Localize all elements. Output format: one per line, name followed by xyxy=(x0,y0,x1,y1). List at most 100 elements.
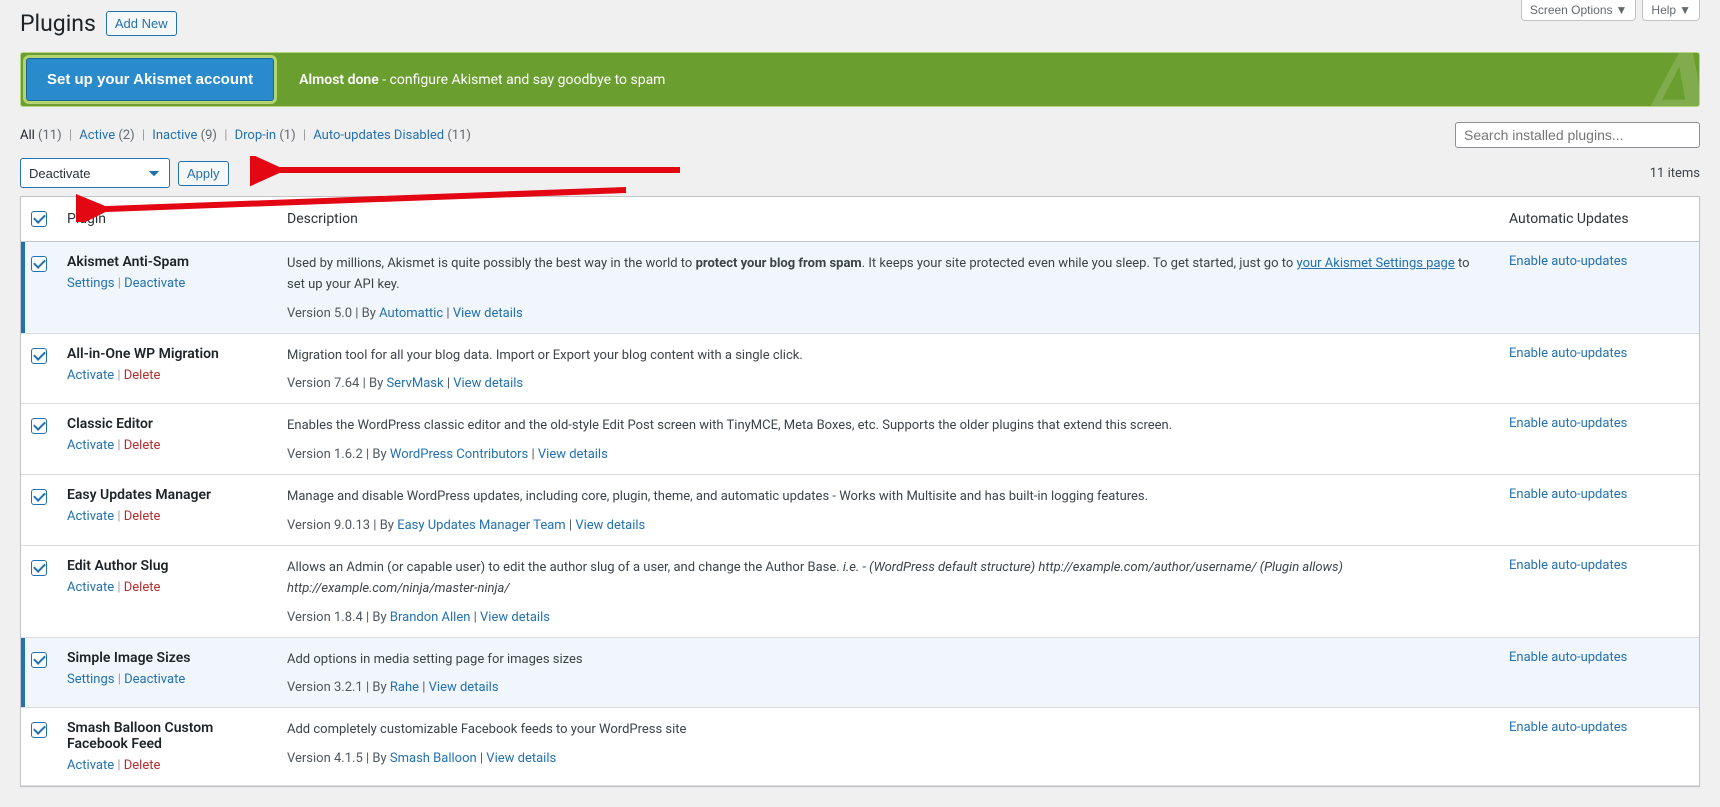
plugin-meta: Version 7.64 | By ServMask | View detail… xyxy=(287,376,1489,391)
chevron-down-icon: ▼ xyxy=(1616,3,1628,17)
col-description-header: Description xyxy=(277,197,1499,242)
deactivate-link[interactable]: Deactivate xyxy=(124,672,185,687)
row-checkbox[interactable] xyxy=(31,560,47,576)
filter-all[interactable]: All (11) xyxy=(20,128,62,143)
col-plugin-header[interactable]: Plugin xyxy=(57,197,277,242)
akismet-logo-icon: A xyxy=(1639,52,1700,107)
settings-link[interactable]: Settings xyxy=(67,672,114,687)
bulk-action-select[interactable]: Deactivate xyxy=(20,158,170,188)
plugin-description: Enables the WordPress classic editor and… xyxy=(287,416,1489,437)
plugin-name: Akismet Anti-Spam xyxy=(67,254,267,270)
enable-auto-updates-link[interactable]: Enable auto-updates xyxy=(1509,346,1627,361)
screen-options-button[interactable]: Screen Options ▼ xyxy=(1521,0,1637,21)
delete-link[interactable]: Delete xyxy=(124,580,161,595)
author-link[interactable]: Brandon Allen xyxy=(390,610,471,625)
plugin-name: All-in-One WP Migration xyxy=(67,346,267,362)
apply-button[interactable]: Apply xyxy=(178,161,229,186)
table-row: Simple Image SizesSettings | DeactivateA… xyxy=(21,638,1699,709)
add-new-button[interactable]: Add New xyxy=(106,11,177,36)
select-all-checkbox[interactable] xyxy=(31,211,47,227)
activate-link[interactable]: Activate xyxy=(67,758,114,773)
enable-auto-updates-link[interactable]: Enable auto-updates xyxy=(1509,416,1627,431)
plugin-name: Easy Updates Manager xyxy=(67,487,267,503)
enable-auto-updates-link[interactable]: Enable auto-updates xyxy=(1509,487,1627,502)
row-actions: Activate | Delete xyxy=(67,368,267,383)
page-title: Plugins xyxy=(20,10,96,37)
filter-auto-disabled[interactable]: Auto-updates Disabled (11) xyxy=(313,128,471,143)
delete-link[interactable]: Delete xyxy=(124,509,161,524)
table-row: Akismet Anti-Spam Settings | Deactivate Us… xyxy=(21,242,1699,334)
settings-link[interactable]: Settings xyxy=(67,276,114,291)
row-actions: Activate | Delete xyxy=(67,580,267,595)
author-link[interactable]: ServMask xyxy=(386,376,443,391)
delete-link[interactable]: Delete xyxy=(124,758,161,773)
enable-auto-updates-link[interactable]: Enable auto-updates xyxy=(1509,720,1627,735)
row-actions: Settings | Deactivate xyxy=(67,276,267,291)
activate-link[interactable]: Activate xyxy=(67,368,114,383)
activate-link[interactable]: Activate xyxy=(67,438,114,453)
view-details-link[interactable]: View details xyxy=(453,376,523,391)
row-checkbox[interactable] xyxy=(31,489,47,505)
filter-active[interactable]: Active (2) xyxy=(79,128,134,143)
banner-message: Almost done - configure Akismet and say … xyxy=(299,72,665,88)
plugin-description: Used by millions, Akismet is quite possi… xyxy=(287,254,1489,296)
plugin-name: Simple Image Sizes xyxy=(67,650,267,666)
view-details-link[interactable]: View details xyxy=(429,680,499,695)
author-link[interactable]: Easy Updates Manager Team xyxy=(397,518,566,533)
deactivate-link[interactable]: Deactivate xyxy=(124,276,185,291)
screen-options-label: Screen Options xyxy=(1530,3,1613,17)
plugin-description: Manage and disable WordPress updates, in… xyxy=(287,487,1489,508)
table-row: Classic Editor Activate | Delete Enables t… xyxy=(21,404,1699,475)
desc-link[interactable]: your Akismet Settings page xyxy=(1297,256,1455,271)
view-details-link[interactable]: View details xyxy=(486,751,556,766)
view-details-link[interactable]: View details xyxy=(453,306,523,321)
plugin-description: Migration tool for all your blog data. I… xyxy=(287,346,1489,367)
annotation-arrow-apply xyxy=(250,156,690,191)
search-input[interactable] xyxy=(1455,122,1700,148)
row-checkbox[interactable] xyxy=(31,418,47,434)
view-details-link[interactable]: View details xyxy=(480,610,550,625)
author-link[interactable]: Rahe xyxy=(390,680,419,695)
plugin-meta: Version 1.8.4 | By Brandon Allen | View … xyxy=(287,610,1489,625)
view-details-link[interactable]: View details xyxy=(575,518,645,533)
filter-dropin[interactable]: Drop-in (1) xyxy=(235,128,296,143)
activate-link[interactable]: Activate xyxy=(67,509,114,524)
plugins-table: Plugin Description Automatic Updates Aki… xyxy=(20,196,1700,787)
row-checkbox[interactable] xyxy=(31,256,47,272)
row-actions: Activate | Delete xyxy=(67,758,267,773)
enable-auto-updates-link[interactable]: Enable auto-updates xyxy=(1509,254,1627,269)
plugin-name: Classic Editor xyxy=(67,416,267,432)
row-checkbox[interactable] xyxy=(31,722,47,738)
author-link[interactable]: Automattic xyxy=(379,306,443,321)
table-row: Edit Author SlugActivate | DeleteAllows … xyxy=(21,546,1699,638)
filter-inactive[interactable]: Inactive (9) xyxy=(152,128,217,143)
col-auto-updates-header: Automatic Updates xyxy=(1499,197,1699,242)
view-details-link[interactable]: View details xyxy=(538,447,608,462)
plugin-meta: Version 3.2.1 | By Rahe | View details xyxy=(287,680,1489,695)
row-actions: Activate | Delete xyxy=(67,509,267,524)
table-row: Smash Balloon Custom Facebook Feed Activa… xyxy=(21,708,1699,786)
delete-link[interactable]: Delete xyxy=(124,438,161,453)
akismet-setup-banner: A Set up your Akismet account Almost don… xyxy=(20,52,1700,107)
author-link[interactable]: WordPress Contributors xyxy=(390,447,528,462)
plugin-meta: Version 5.0 | By Automattic | View detai… xyxy=(287,306,1489,321)
plugin-description: Add completely customizable Facebook fee… xyxy=(287,720,1489,741)
plugin-meta: Version 9.0.13 | By Easy Updates Manager… xyxy=(287,518,1489,533)
plugin-meta: Version 4.1.5 | By Smash Balloon | View … xyxy=(287,751,1489,766)
setup-akismet-button[interactable]: Set up your Akismet account xyxy=(26,58,274,101)
help-button[interactable]: Help ▼ xyxy=(1642,0,1700,21)
row-actions: Activate | Delete xyxy=(67,438,267,453)
author-link[interactable]: Smash Balloon xyxy=(390,751,477,766)
row-checkbox[interactable] xyxy=(31,348,47,364)
delete-link[interactable]: Delete xyxy=(124,368,161,383)
enable-auto-updates-link[interactable]: Enable auto-updates xyxy=(1509,650,1627,665)
row-checkbox[interactable] xyxy=(31,652,47,668)
enable-auto-updates-link[interactable]: Enable auto-updates xyxy=(1509,558,1627,573)
table-row: All-in-One WP Migration Activate | Delete… xyxy=(21,334,1699,405)
plugin-name: Edit Author Slug xyxy=(67,558,267,574)
plugin-name: Smash Balloon Custom Facebook Feed xyxy=(67,720,267,752)
activate-link[interactable]: Activate xyxy=(67,580,114,595)
table-row: Easy Updates Manager Activate | Delete Man… xyxy=(21,475,1699,546)
chevron-down-icon: ▼ xyxy=(1679,3,1691,17)
plugin-description: Add options in media setting page for im… xyxy=(287,650,1489,671)
